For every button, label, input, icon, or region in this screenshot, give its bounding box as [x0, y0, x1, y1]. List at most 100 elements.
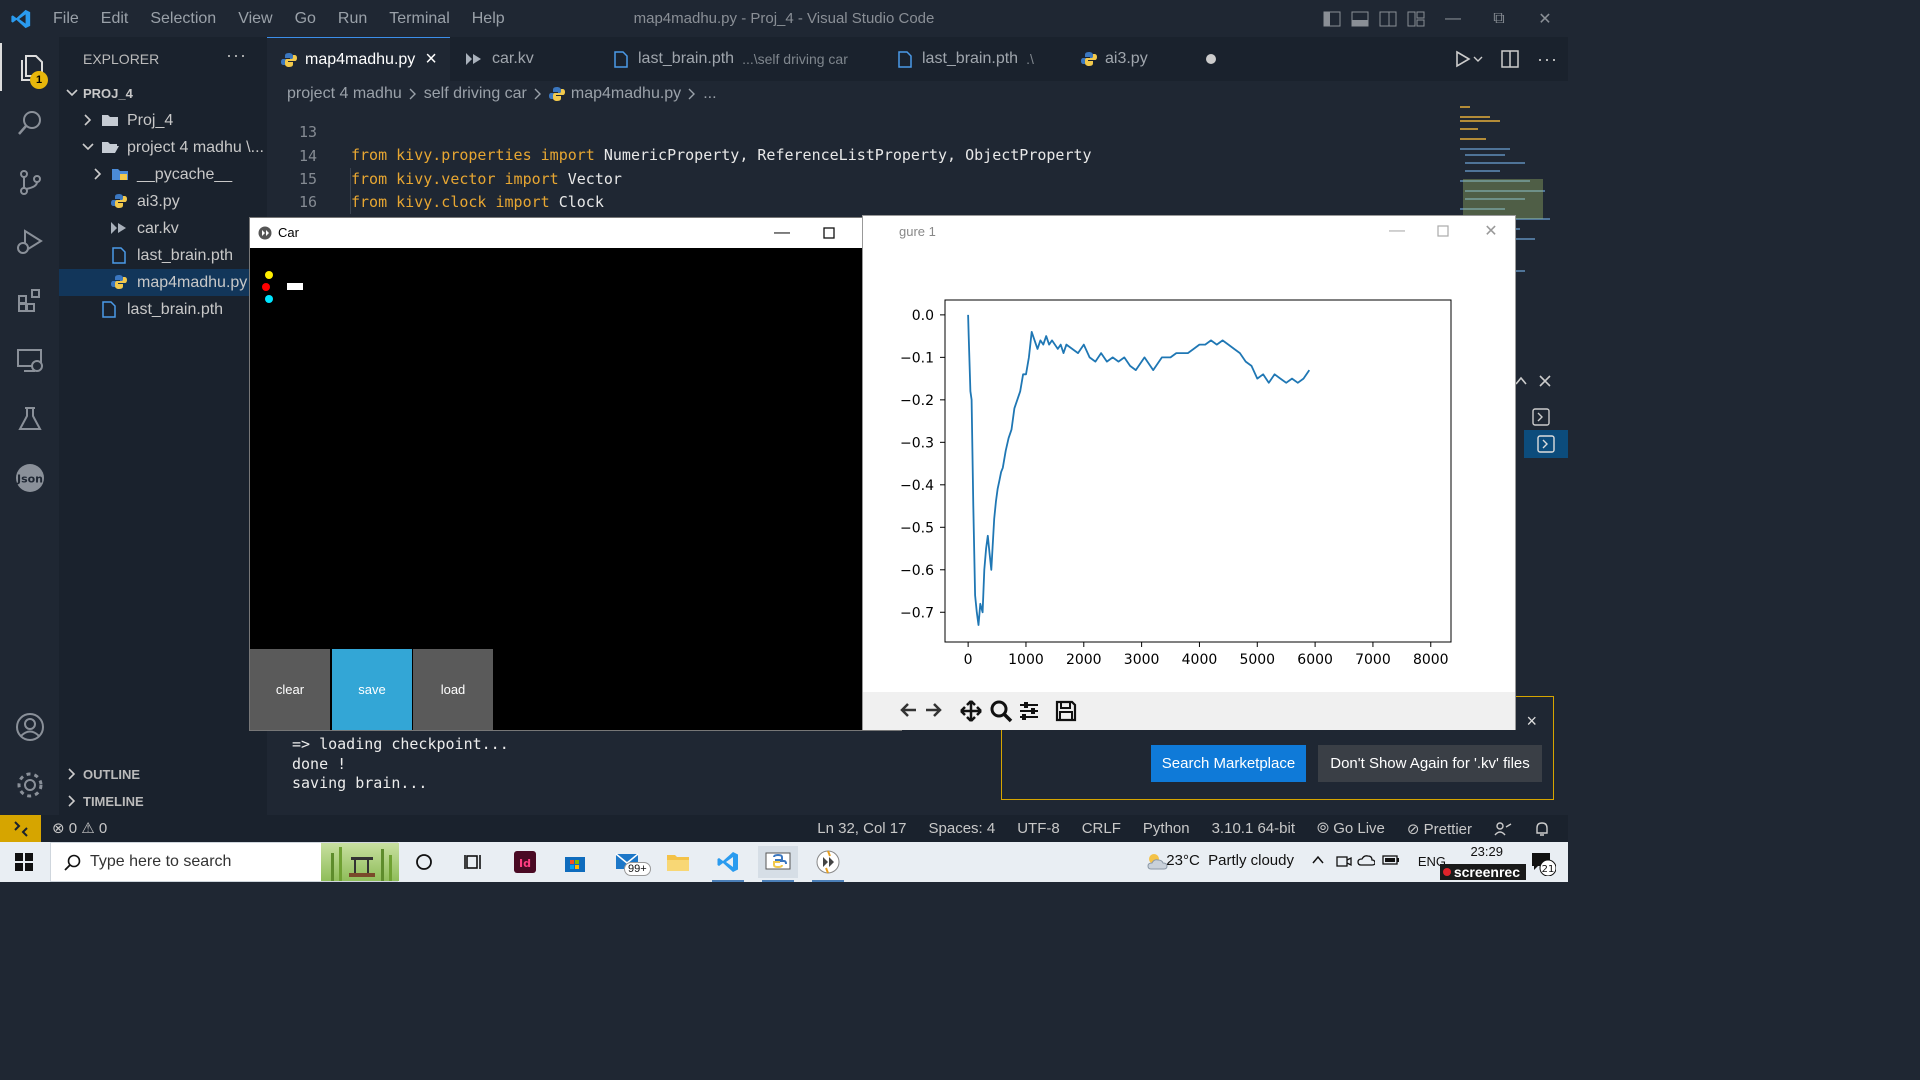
more-actions-icon[interactable]: ··· [1537, 49, 1558, 70]
clock-time[interactable]: 23:29 [1470, 844, 1503, 859]
testing-icon[interactable] [0, 395, 59, 443]
outline-section[interactable]: OUTLINE [59, 761, 267, 788]
tab-close-icon[interactable]: × [425, 48, 437, 71]
tree-item-map4madhu[interactable]: map4madhu.py [59, 269, 267, 296]
breadcrumb-item[interactable]: project 4 madhu [287, 85, 402, 103]
notification-close-icon[interactable]: × [1526, 711, 1537, 732]
unsaved-dot-icon[interactable] [1205, 54, 1216, 64]
save-button[interactable]: save [332, 649, 412, 730]
breadcrumb-item[interactable]: ... [703, 85, 716, 103]
source-control-icon[interactable] [0, 158, 59, 206]
configure-subplots-icon[interactable] [1018, 700, 1040, 722]
breadcrumb-item[interactable]: self driving car [424, 85, 527, 103]
microsoft-store-icon[interactable] [555, 846, 595, 878]
vscode-taskbar-icon[interactable] [708, 846, 748, 882]
tree-item-last-brain-2[interactable]: last_brain.pth [59, 296, 267, 323]
tab-car-kv[interactable]: car.kv [450, 37, 590, 81]
encoding[interactable]: UTF-8 [1017, 820, 1060, 837]
python-taskbar-icon[interactable] [758, 846, 798, 882]
menu-file[interactable]: File [42, 10, 90, 28]
settings-gear-icon[interactable] [0, 761, 59, 809]
menu-edit[interactable]: Edit [90, 10, 140, 28]
remote-indicator-icon[interactable] [0, 815, 41, 842]
mail-icon[interactable]: 99+ [608, 846, 651, 878]
feedback-icon[interactable] [1494, 821, 1512, 837]
tree-item-proj4-folder[interactable]: Proj_4 [59, 107, 267, 134]
split-editor-icon[interactable] [1501, 50, 1519, 68]
meet-now-icon[interactable] [1336, 853, 1352, 869]
problems-indicator[interactable]: ⊗ 0 ⚠ 0 [52, 815, 107, 842]
action-center-icon[interactable]: 21 [1530, 850, 1556, 876]
zoom-magnifier-icon[interactable] [989, 699, 1013, 723]
customize-layout-icon[interactable] [1402, 0, 1430, 37]
menu-help[interactable]: Help [461, 10, 516, 28]
menu-selection[interactable]: Selection [139, 10, 227, 28]
indesign-icon[interactable]: Id [505, 846, 545, 878]
tree-item-pycache[interactable]: __pycache__ [59, 161, 267, 188]
pan-move-icon[interactable] [959, 699, 983, 723]
menu-terminal[interactable]: Terminal [378, 10, 460, 28]
tree-item-project4-folder[interactable]: project 4 madhu \... [59, 134, 267, 161]
chevron-up-icon[interactable] [1514, 374, 1528, 388]
tab-last-brain-2[interactable]: last_brain.pth .\ [884, 37, 1054, 81]
windows-start-icon[interactable] [15, 853, 33, 871]
tab-ai3[interactable]: ai3.py [1067, 37, 1217, 81]
explorer-icon[interactable]: 1 [0, 43, 59, 91]
python-interpreter[interactable]: 3.10.1 64-bit [1212, 820, 1295, 837]
weather-text[interactable]: 23°C Partly cloudy [1166, 852, 1294, 869]
onedrive-cloud-icon[interactable] [1357, 853, 1375, 867]
extensions-icon[interactable] [0, 276, 59, 324]
tree-root-proj4[interactable]: PROJ_4 [59, 80, 267, 107]
task-view-icon[interactable] [404, 846, 444, 878]
line-endings[interactable]: CRLF [1082, 820, 1121, 837]
tab-map4madhu[interactable]: map4madhu.py × [267, 37, 450, 81]
accounts-icon[interactable] [0, 703, 59, 751]
tree-item-ai3[interactable]: ai3.py [59, 188, 267, 215]
save-figure-icon[interactable] [1055, 700, 1077, 722]
search-marketplace-button[interactable]: Search Marketplace [1151, 745, 1306, 782]
car-minimize-button[interactable]: — [758, 218, 806, 248]
toggle-sidebar-icon[interactable] [1318, 0, 1346, 37]
search-icon[interactable] [0, 99, 59, 147]
timeline-taskview-icon[interactable] [454, 846, 494, 878]
battery-icon[interactable] [1382, 854, 1400, 866]
language-mode[interactable]: Python [1143, 820, 1190, 837]
toggle-panel-icon[interactable] [1346, 0, 1374, 37]
dont-show-again-button[interactable]: Don't Show Again for '.kv' files [1318, 745, 1542, 782]
tab-last-brain-1[interactable]: last_brain.pth ...\self driving car [600, 37, 860, 81]
run-debug-icon[interactable] [0, 217, 59, 265]
remote-explorer-icon[interactable] [0, 336, 59, 384]
code-editor[interactable]: 13 from kivy.properties import NumericPr… [267, 104, 1568, 214]
menu-run[interactable]: Run [327, 10, 378, 28]
json-icon[interactable]: Json [0, 454, 59, 502]
close-button[interactable]: ✕ [1522, 0, 1568, 37]
menu-view[interactable]: View [227, 10, 283, 28]
menu-go[interactable]: Go [284, 10, 327, 28]
chevron-up-icon[interactable] [1311, 853, 1325, 867]
go-live-button[interactable]: ⦾ Go Live [1317, 820, 1385, 837]
timeline-section[interactable]: TIMELINE [59, 788, 267, 815]
load-button[interactable]: load [413, 649, 493, 730]
toggle-secondary-sidebar-icon[interactable] [1374, 0, 1402, 37]
tree-item-last-brain-1[interactable]: last_brain.pth [59, 242, 267, 269]
car-maximize-button[interactable] [805, 218, 853, 248]
cursor-position[interactable]: Ln 32, Col 17 [817, 820, 906, 837]
notifications-bell-icon[interactable] [1534, 821, 1550, 837]
more-actions-icon[interactable]: ··· [226, 45, 247, 66]
forward-arrow-icon[interactable] [923, 700, 943, 720]
clear-button[interactable]: clear [250, 649, 330, 730]
panel-close-icon[interactable] [1538, 374, 1552, 388]
kivy-taskbar-icon[interactable] [808, 846, 848, 882]
run-python-icon[interactable] [1455, 50, 1483, 68]
taskbar-search[interactable]: Type here to search [50, 842, 399, 882]
tree-item-car-kv[interactable]: car.kv [59, 215, 267, 242]
breadcrumb-item[interactable]: map4madhu.py [571, 85, 681, 103]
prettier-button[interactable]: ⊘ Prettier [1407, 820, 1472, 838]
back-arrow-icon[interactable] [899, 700, 919, 720]
terminal-icon[interactable] [1532, 408, 1550, 426]
indentation[interactable]: Spaces: 4 [929, 820, 996, 837]
restore-button[interactable]: ⧉ [1476, 0, 1522, 37]
minimize-button[interactable]: — [1430, 0, 1476, 37]
file-explorer-icon[interactable] [658, 846, 698, 878]
terminal-icon-active[interactable] [1524, 430, 1568, 458]
